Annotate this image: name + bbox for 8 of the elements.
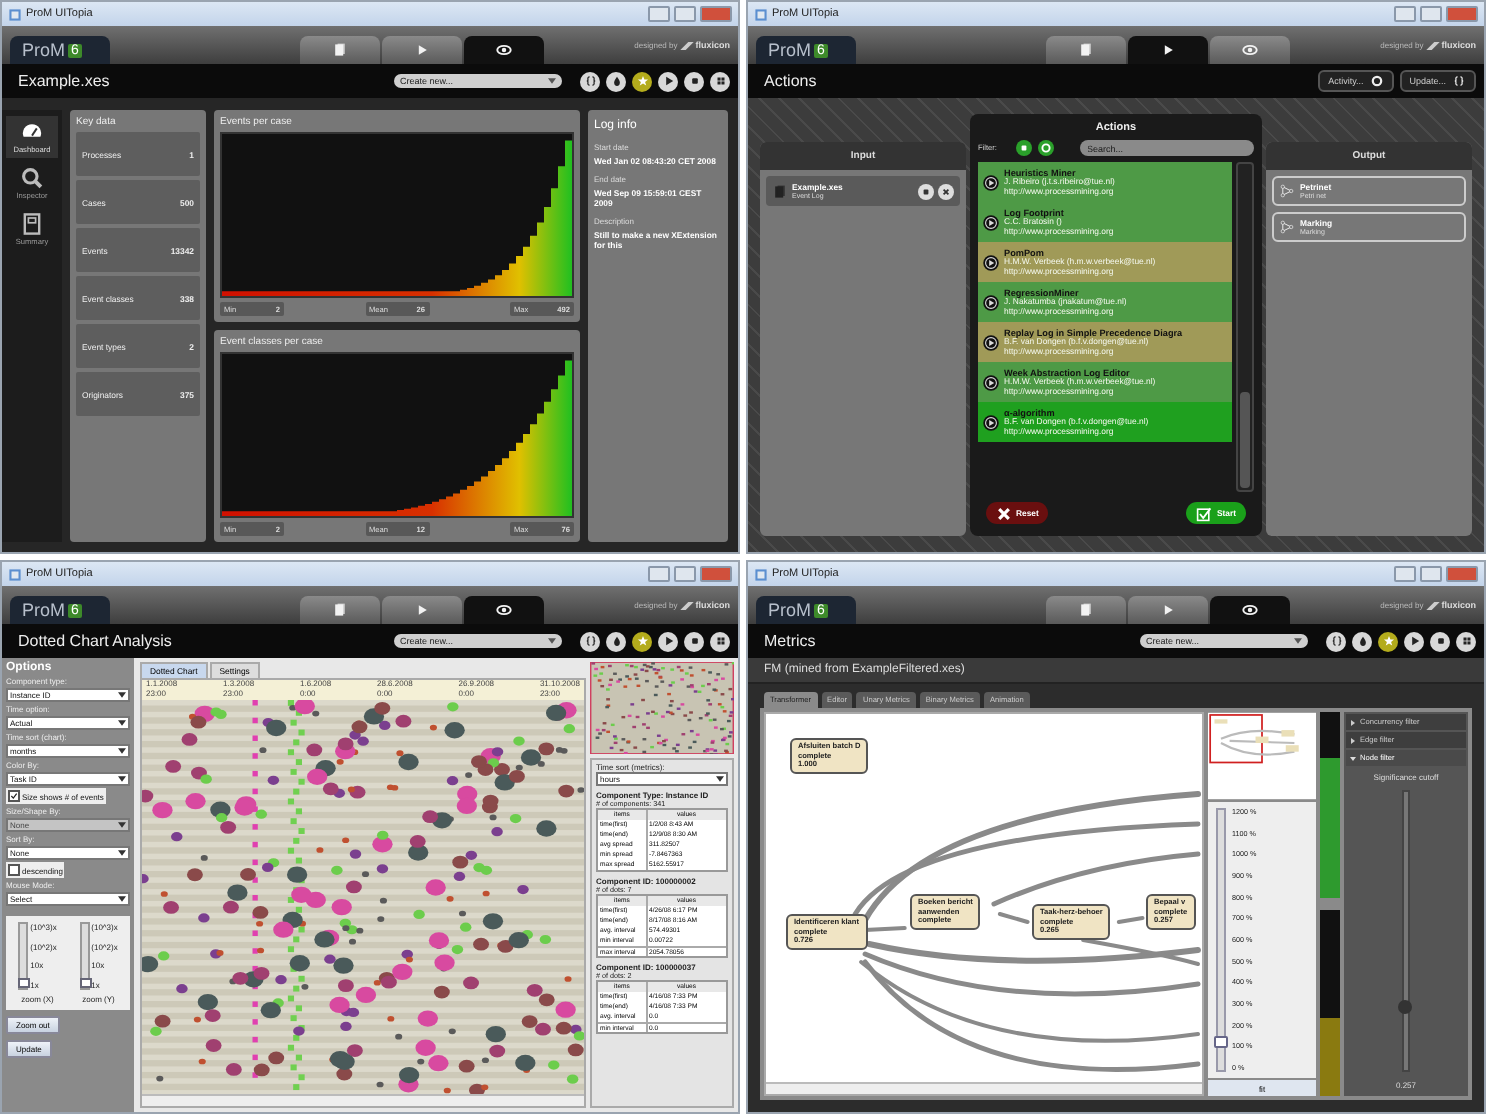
view-heading: Metrics	[764, 632, 816, 650]
logo-text: ProM	[768, 600, 812, 620]
logo-text: ProM	[768, 40, 812, 60]
logo-text: ProM	[22, 40, 66, 60]
view-heading: Actions	[764, 72, 817, 90]
logo-text: ProM	[22, 600, 66, 620]
view-heading: Example.xes	[18, 72, 110, 90]
view-heading: Dotted Chart Analysis	[18, 632, 172, 650]
